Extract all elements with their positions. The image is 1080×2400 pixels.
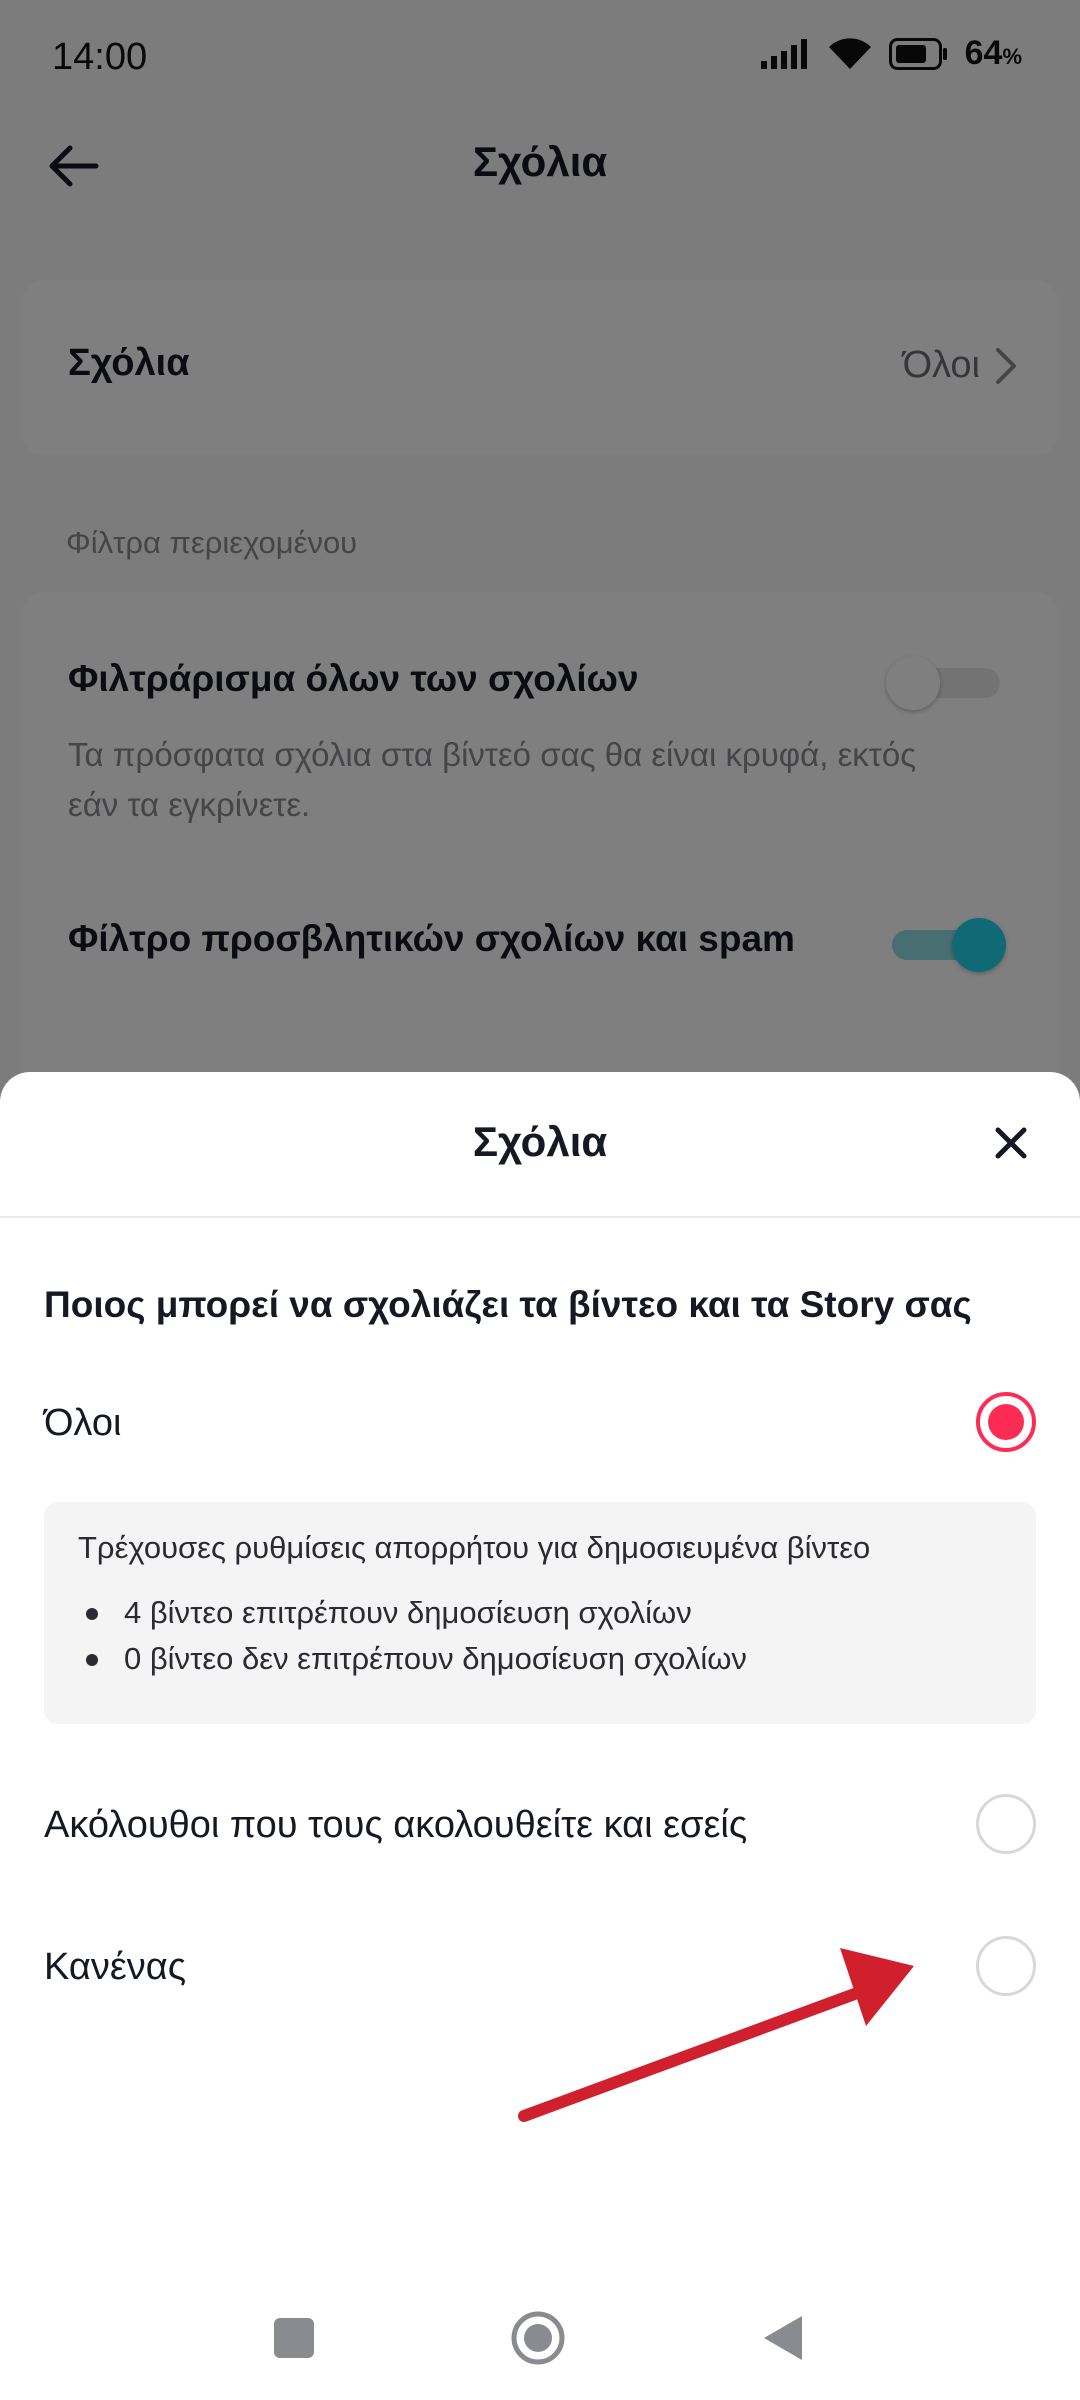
sheet-header: Σχόλια xyxy=(0,1072,1080,1218)
sheet-title: Σχόλια xyxy=(472,1118,608,1165)
back-icon xyxy=(764,2316,802,2360)
home-icon xyxy=(511,2311,565,2365)
privacy-info-box: Τρέχουσες ρυθμίσεις απορρήτου για δημοσι… xyxy=(44,1502,1036,1724)
recent-apps-button[interactable] xyxy=(262,2306,326,2370)
privacy-info-title: Τρέχουσες ρυθμίσεις απορρήτου για δημοσι… xyxy=(78,1530,871,1565)
close-button[interactable] xyxy=(986,1118,1036,1168)
option-everyone-label: Όλοι xyxy=(44,1402,122,1444)
close-icon xyxy=(995,1127,1027,1159)
option-mutual-followers[interactable]: Ακόλουθοι που τους ακολουθείτε και εσείς xyxy=(44,1786,1036,1866)
radio-dot xyxy=(988,1404,1024,1440)
option-everyone[interactable]: Όλοι xyxy=(44,1384,1036,1464)
back-nav-button[interactable] xyxy=(752,2306,816,2370)
radio-unselected[interactable] xyxy=(976,1794,1036,1854)
radio-selected[interactable] xyxy=(976,1392,1036,1452)
privacy-info-list: 4 βίντεο επιτρέπουν δημοσίευση σχολίων 0… xyxy=(78,1590,747,1682)
privacy-info-item: 4 βίντεο επιτρέπουν δημοσίευση σχολίων xyxy=(78,1590,747,1636)
home-button[interactable] xyxy=(506,2306,570,2370)
privacy-info-item: 0 βίντεο δεν επιτρέπουν δημοσίευση σχολί… xyxy=(78,1636,747,1682)
comments-bottom-sheet: Σχόλια Ποιος μπορεί να σχολιάζει τα βίντ… xyxy=(0,1072,1080,2400)
system-nav-bar xyxy=(0,2276,1080,2400)
who-can-comment-question: Ποιος μπορεί να σχολιάζει τα βίντεο και … xyxy=(44,1284,972,1325)
option-mutual-followers-label: Ακόλουθοι που τους ακολουθείτε και εσείς xyxy=(44,1804,748,1846)
option-no-one-label: Κανένας xyxy=(44,1946,187,1988)
radio-unselected[interactable] xyxy=(976,1936,1036,1996)
bullet-icon xyxy=(86,1654,98,1666)
option-no-one[interactable]: Κανένας xyxy=(44,1928,1036,2008)
bullet-icon xyxy=(86,1608,98,1620)
recent-apps-icon xyxy=(274,2318,314,2358)
